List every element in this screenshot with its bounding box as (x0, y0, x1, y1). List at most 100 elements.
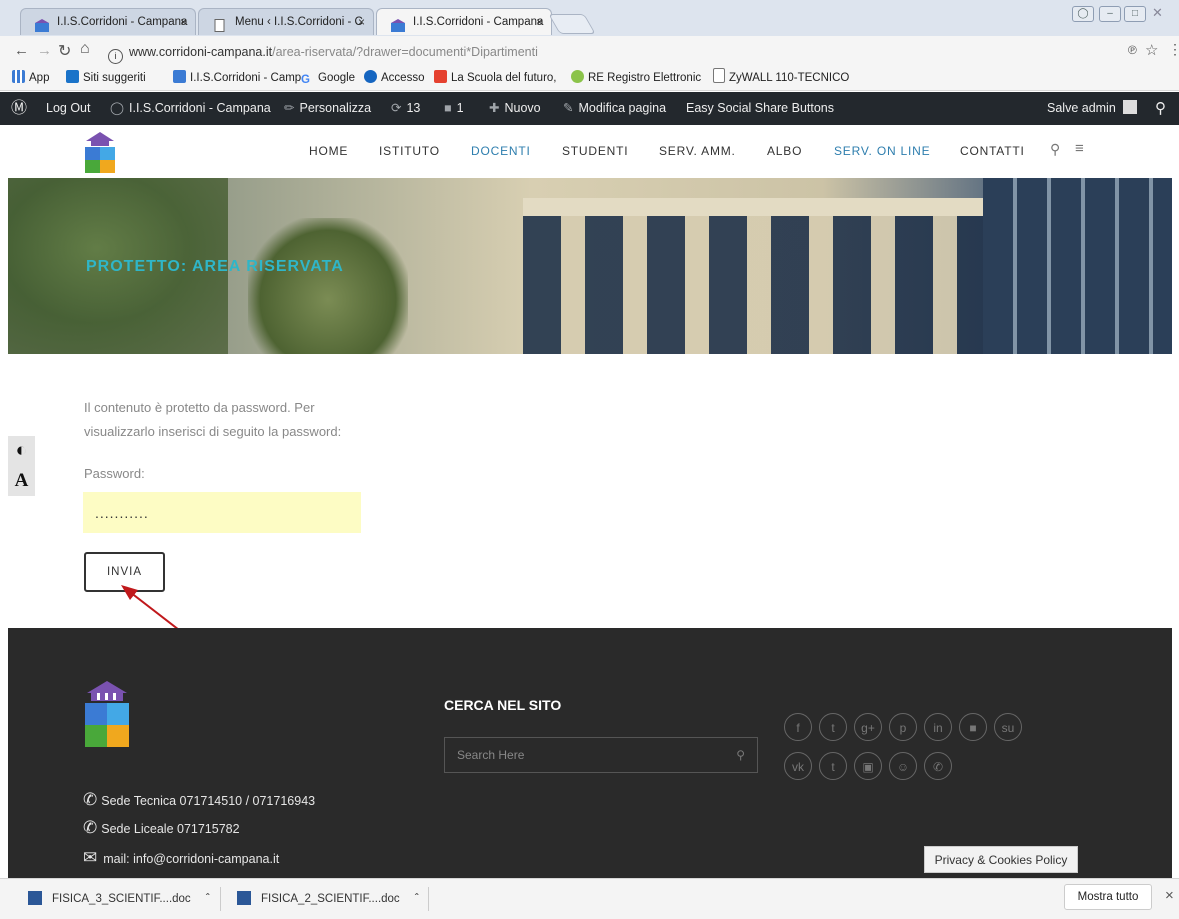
new-tab-button[interactable] (548, 14, 596, 34)
whatsapp-icon[interactable]: ✆ (924, 752, 952, 780)
registro-icon (571, 70, 584, 83)
home-icon[interactable]: ⌂ (80, 40, 90, 58)
logout-link[interactable]: Log Out (46, 92, 90, 125)
browser-tab-1[interactable]: I.I.S.Corridoni - Campana × (20, 8, 196, 35)
browser-tab-3-active[interactable]: I.I.S.Corridoni - Campana × (376, 8, 552, 35)
edit-page-link[interactable]: ✎ Modifica pagina (563, 92, 666, 125)
bookmark-google[interactable]: G Google (301, 66, 355, 90)
bookmark-registro[interactable]: RE Registro Elettronic (571, 66, 701, 90)
divider (428, 887, 429, 911)
pencil-icon: ✎ (563, 101, 574, 115)
bookmark-zywall[interactable]: ZyWALL 110-TECNICO (713, 66, 849, 90)
building-windows-image (523, 216, 983, 354)
close-downloads-icon[interactable]: × (1165, 887, 1174, 904)
nav-docenti[interactable]: DOCENTI (471, 144, 531, 158)
bookmark-school[interactable]: I.I.S.Corridoni - Camp (173, 66, 301, 90)
search-placeholder: Search Here (457, 748, 525, 762)
reload-icon[interactable]: ↻ (58, 41, 71, 61)
twitter-icon[interactable]: t (819, 713, 847, 741)
new-content-link[interactable]: ✚ Nuovo (489, 92, 541, 125)
word-doc-icon (237, 891, 251, 905)
tumblr-icon[interactable]: t (819, 752, 847, 780)
maximize-icon[interactable]: □ (1124, 6, 1146, 22)
digg-icon[interactable]: ▣ (854, 752, 882, 780)
bookmark-scuola[interactable]: La Scuola del futuro, (434, 66, 557, 90)
school-favicon-icon (391, 16, 405, 32)
bookmark-suggested[interactable]: Siti suggeriti (66, 66, 146, 90)
font-size-toggle-icon[interactable]: A (8, 466, 35, 496)
stumbleupon-icon[interactable]: su (994, 713, 1022, 741)
updates-icon: ⟳ (391, 101, 402, 115)
nav-istituto[interactable]: ISTITUTO (379, 144, 440, 158)
close-tab-icon[interactable]: × (180, 9, 187, 35)
header-search-icon[interactable]: ⚲ (1050, 141, 1060, 158)
close-tab-icon[interactable]: × (536, 9, 543, 35)
apps-grid-icon (12, 70, 25, 83)
scuola-icon (434, 70, 447, 83)
nav-studenti[interactable]: STUDENTI (562, 144, 628, 158)
bookmark-accesso[interactable]: Accesso (364, 66, 424, 90)
download-item[interactable]: FISICA_3_SCIENTIF....doc ˆ (28, 879, 210, 919)
search-icon[interactable]: ⚲ (1155, 92, 1166, 125)
customize-link[interactable]: ✏ Personalizza (284, 92, 371, 125)
brush-icon: ✏ (284, 101, 295, 115)
facebook-icon[interactable]: f (784, 713, 812, 741)
close-window-icon[interactable]: ✕ (1152, 5, 1163, 21)
menu-dots-icon[interactable]: ⋮ (1168, 41, 1179, 58)
minimize-icon[interactable]: – (1099, 6, 1121, 22)
page-icon (713, 68, 725, 83)
forward-arrow-icon[interactable]: → (37, 42, 52, 59)
star-bookmark-icon[interactable]: ☆ (1145, 41, 1158, 59)
site-name-link[interactable]: ◯ I.I.S.Corridoni - Campana (110, 92, 271, 125)
tab-title: I.I.S.Corridoni - Campana (413, 16, 544, 28)
contact-mail[interactable]: ✉ mail: info@corridoni-campana.it (83, 848, 279, 868)
bookmark-apps[interactable]: App (12, 66, 49, 90)
wordpress-icon[interactable]: Ⓜ (11, 92, 27, 125)
nav-serv-amm[interactable]: SERV. AMM. (659, 144, 736, 158)
browser-tab-strip: I.I.S.Corridoni - Campana × Menu ‹ I.I.S… (0, 0, 1179, 36)
pinterest-icon[interactable]: p (889, 713, 917, 741)
close-tab-icon[interactable]: × (358, 9, 365, 35)
contrast-toggle-icon[interactable]: ◐ (8, 436, 35, 466)
social-share-link[interactable]: Easy Social Share Buttons (686, 92, 834, 125)
mail-icon: ✉ (83, 848, 98, 867)
nav-albo[interactable]: ALBO (767, 144, 802, 158)
chevron-up-icon[interactable]: ˆ (206, 893, 210, 905)
back-arrow-icon[interactable]: ← (14, 42, 29, 59)
nav-contatti[interactable]: CONTATTI (960, 144, 1025, 158)
tab-title: I.I.S.Corridoni - Campana (57, 16, 188, 28)
vk-icon[interactable]: vk (784, 752, 812, 780)
comments-link[interactable]: ■ 1 (444, 92, 464, 125)
hamburger-menu-icon[interactable]: ≡ (1075, 140, 1084, 157)
hero-banner: PROTETTO: AREA RISERVATA (8, 178, 1172, 354)
building-ledge (523, 198, 983, 216)
googleplus-icon[interactable]: g+ (854, 713, 882, 741)
reddit-icon[interactable]: ☺ (889, 752, 917, 780)
footer-search-title: CERCA NEL SITO (444, 697, 562, 713)
chevron-up-icon[interactable]: ˆ (415, 893, 419, 905)
browser-tab-2[interactable]: Menu ‹ I.I.S.Corridoni - C × (198, 8, 374, 35)
url-path: /area-riservata/?drawer=documenti*Dipart… (272, 45, 538, 59)
updates-link[interactable]: ⟳ 13 (391, 92, 420, 125)
bookmarks-bar: App Siti suggeriti I.I.S.Corridoni - Cam… (0, 66, 1179, 91)
download-item[interactable]: FISICA_2_SCIENTIF....doc ˆ (237, 879, 419, 919)
footer-search-input[interactable]: Search Here ⚲ (444, 737, 758, 773)
message-line: Il contenuto è protetto da password. Per (84, 400, 315, 415)
user-profile-icon[interactable]: ◯ (1072, 6, 1094, 22)
nav-home[interactable]: HOME (309, 144, 348, 158)
show-all-downloads-button[interactable]: Mostra tutto (1064, 884, 1152, 910)
address-bar[interactable]: i www.corridoni-campana.it/area-riservata… (108, 41, 1128, 64)
phone-icon: ✆ (83, 818, 98, 837)
nav-serv-online[interactable]: SERV. ON LINE (834, 144, 930, 158)
school-logo[interactable] (82, 131, 118, 175)
account-menu[interactable]: Salve admin (1047, 92, 1138, 125)
privacy-cookies-link[interactable]: Privacy & Cookies Policy (924, 846, 1078, 873)
search-icon[interactable]: ⚲ (736, 738, 745, 772)
message-line: visualizzarlo inserisci di seguito la pa… (84, 424, 342, 439)
linkedin-icon[interactable]: in (924, 713, 952, 741)
school-favicon-icon (35, 16, 49, 32)
translate-icon[interactable]: ℗ (1128, 43, 1137, 57)
password-input[interactable] (83, 492, 361, 533)
info-icon[interactable]: i (108, 49, 123, 64)
delicious-icon[interactable]: ■ (959, 713, 987, 741)
